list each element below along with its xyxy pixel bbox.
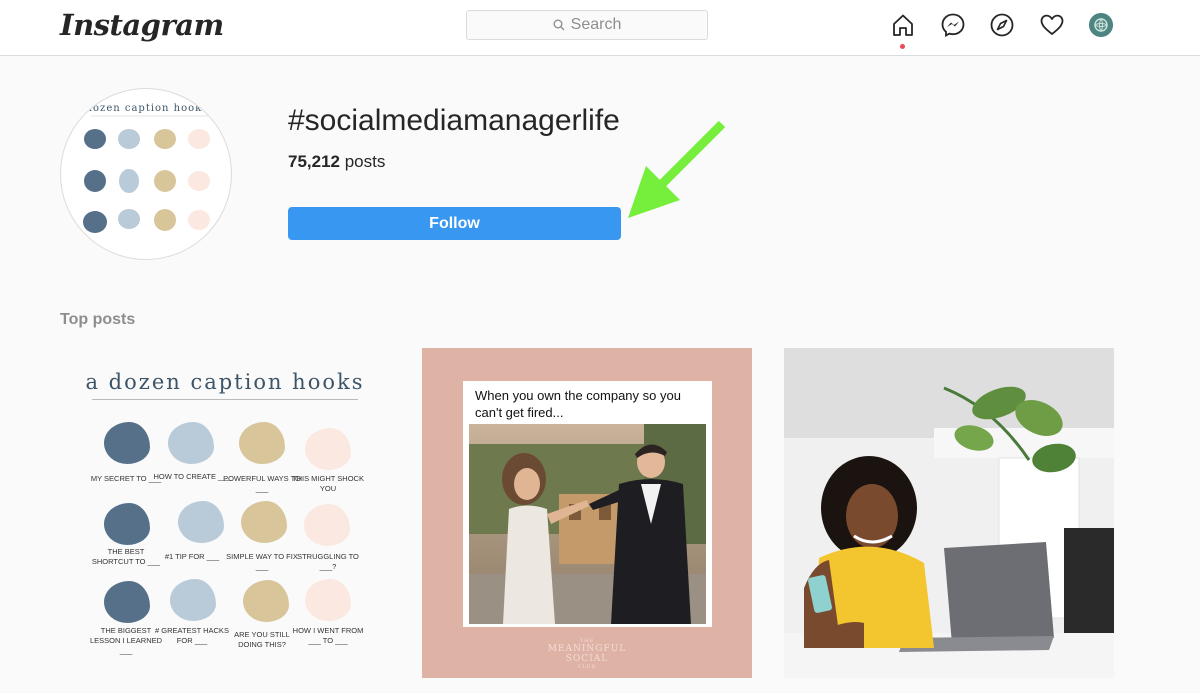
hook-blob [243,580,289,622]
top-posts-label: Top posts [60,311,136,328]
hook-blob [178,501,224,543]
hook-blob [305,428,351,470]
post-divider [92,399,358,400]
top-post-photo[interactable] [784,348,1114,678]
top-navigation-bar: Instagram Search [0,0,1200,56]
hook-label: HOW I WENT FROM ___ TO ___ [292,626,364,645]
post-count-number: 75,212 [288,152,340,171]
post-title: a dozen caption hooks [85,370,365,394]
post-photo [784,348,1114,678]
annotation-arrow-icon [628,120,726,218]
hook-blob [304,504,350,546]
messenger-icon[interactable] [940,12,966,38]
hook-blob [168,422,214,464]
hook-label: THIS MIGHT SHOCK YOU [292,474,364,493]
hook-blob [239,422,285,464]
logo-line-2: SOCIAL [565,654,609,664]
hashtag-title: #socialmediamanagerlife [288,104,620,137]
follow-button[interactable]: Follow [288,207,621,240]
hook-label: HOW TO CREATE ___ [153,472,231,481]
search-placeholder: Search [570,16,622,33]
meme-card: When you own the company so you can't ge… [463,381,712,627]
top-post-meme[interactable]: When you own the company so you can't ge… [422,348,752,678]
meaningful-social-club-logo: THE MEANINGFUL SOCIAL CLUB [422,638,752,670]
logo-small-bottom: CLUB [577,664,597,670]
post-count: 75,212 posts [288,152,385,172]
meme-photo [469,424,706,624]
hook-label: STRUGGLING TO ___? [297,552,359,571]
hashtag-profile-image: dozen caption hooks [60,88,232,260]
logo-line-1: MEANINGFUL [547,644,627,654]
meme-caption: When you own the company so you can't ge… [475,388,681,420]
profile-avatar[interactable] [1089,13,1113,37]
heart-icon[interactable] [1039,12,1065,38]
hook-label: #1 TIP FOR ___ [164,552,220,561]
hook-blob [104,581,150,623]
hook-blob [241,501,287,543]
profile-image-title: dozen caption hooks [86,103,209,114]
search-icon [553,19,565,31]
hook-blob [104,422,150,464]
hook-blob [305,579,351,621]
notification-dot [900,44,905,49]
home-icon[interactable] [890,12,916,38]
post-count-suffix: posts [340,152,386,171]
search-input[interactable]: Search [466,10,708,40]
instagram-logo[interactable]: Instagram [60,8,224,42]
hook-blob [170,579,216,621]
hook-blob [104,503,150,545]
hook-label: # GREATEST HACKS FOR ___ [155,626,229,645]
explore-compass-icon[interactable] [989,12,1015,38]
top-post-caption-hooks[interactable]: a dozen caption hooks MY SECRET TO ___ H… [60,348,390,678]
